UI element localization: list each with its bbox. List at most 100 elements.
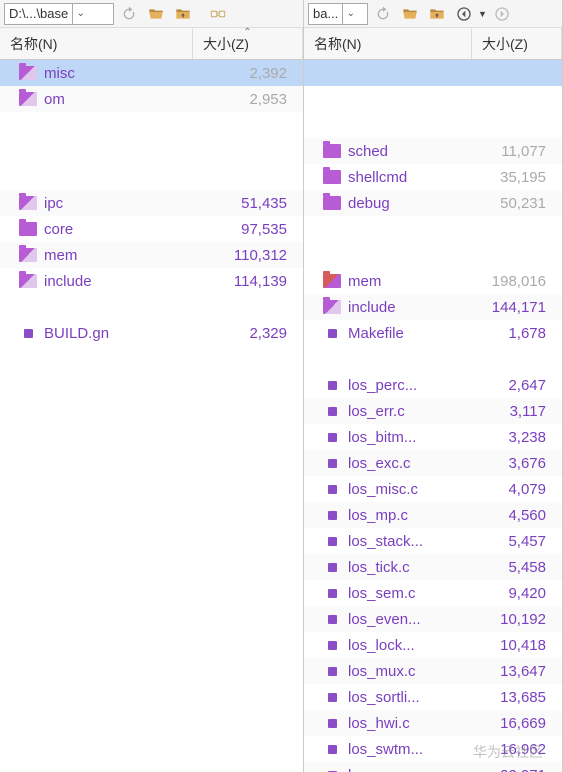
col-name[interactable]: 名称(N) — [0, 28, 193, 59]
item-size: 144,171 — [469, 299, 554, 316]
folder-icon — [323, 300, 341, 314]
list-item[interactable]: los_mp.c4,560 — [304, 502, 562, 528]
col-size[interactable]: 大小(Z) — [472, 28, 562, 59]
item-size: 110,312 — [210, 247, 295, 264]
list-item[interactable]: include144,171 — [304, 294, 562, 320]
left-pane: D:\...\base ⌄ 名称(N) ⌃ 大小(Z) misc2,392om2… — [0, 0, 304, 772]
list-item[interactable]: los_bitm...3,238 — [304, 424, 562, 450]
right-file-list[interactable]: sched11,077shellcmd35,195debug50,231 mem1… — [304, 60, 562, 772]
list-item[interactable]: los_misc.c4,079 — [304, 476, 562, 502]
list-item[interactable]: los_err.c3,117 — [304, 398, 562, 424]
list-item[interactable]: om2,953 — [0, 86, 303, 112]
file-icon — [328, 511, 337, 520]
sync-panes-button[interactable] — [198, 3, 238, 25]
list-item[interactable]: shellcmd35,195 — [304, 164, 562, 190]
list-item[interactable]: los_perc...2,647 — [304, 372, 562, 398]
item-name: los_hwi.c — [348, 715, 469, 732]
folder-icon — [19, 66, 37, 80]
right-path-combo[interactable]: ba... ⌄ — [308, 3, 368, 25]
list-item[interactable]: los_lock...10,418 — [304, 632, 562, 658]
chevron-down-icon[interactable]: ⌄ — [72, 4, 88, 24]
list-item[interactable]: los_exc.c3,676 — [304, 450, 562, 476]
item-name: mem — [44, 247, 210, 264]
list-item[interactable]: los_hwi.c16,669 — [304, 710, 562, 736]
spacer-row — [0, 138, 303, 164]
item-name: Makefile — [348, 325, 469, 342]
item-name: los_tick.c — [348, 559, 469, 576]
item-size: 1,678 — [469, 325, 554, 342]
col-name[interactable]: 名称(N) — [304, 28, 472, 59]
up-folder-button[interactable] — [425, 3, 449, 25]
open-folder-button[interactable] — [144, 3, 168, 25]
item-size: 9,420 — [469, 585, 554, 602]
item-size: 35,195 — [469, 169, 554, 186]
left-path-combo[interactable]: D:\...\base ⌄ — [4, 3, 114, 25]
item-name: misc — [44, 65, 210, 82]
item-size: 50,231 — [469, 195, 554, 212]
open-folder-button[interactable] — [398, 3, 422, 25]
list-item[interactable]: BUILD.gn2,329 — [0, 320, 303, 346]
right-column-headers: 名称(N) 大小(Z) — [304, 28, 562, 60]
list-item[interactable]: los_queu...22,971 — [304, 762, 562, 772]
spacer-row — [0, 164, 303, 190]
list-item[interactable]: los_sem.c9,420 — [304, 580, 562, 606]
item-name: core — [44, 221, 210, 238]
list-item[interactable]: core97,535 — [0, 216, 303, 242]
up-folder-button[interactable] — [171, 3, 195, 25]
history-back-button[interactable]: ▼ — [452, 3, 487, 25]
item-name: los_mp.c — [348, 507, 469, 524]
file-icon — [328, 381, 337, 390]
spacer-row — [304, 346, 562, 372]
item-size: 198,016 — [469, 273, 554, 290]
item-name: los_misc.c — [348, 481, 469, 498]
list-item[interactable]: los_even...10,192 — [304, 606, 562, 632]
file-icon — [328, 563, 337, 572]
list-item[interactable] — [304, 60, 562, 86]
file-icon — [328, 459, 337, 468]
list-item[interactable]: los_sortli...13,685 — [304, 684, 562, 710]
refresh-button[interactable] — [371, 3, 395, 25]
chevron-down-icon[interactable]: ⌄ — [342, 4, 358, 24]
file-icon — [328, 329, 337, 338]
left-column-headers: 名称(N) ⌃ 大小(Z) — [0, 28, 303, 60]
list-item[interactable]: los_mux.c13,647 — [304, 658, 562, 684]
list-item[interactable]: mem110,312 — [0, 242, 303, 268]
item-name: include — [44, 273, 210, 290]
folder-icon — [323, 144, 341, 158]
list-item[interactable]: los_tick.c5,458 — [304, 554, 562, 580]
file-icon — [328, 433, 337, 442]
left-file-list[interactable]: misc2,392om2,953ipc51,435core97,535mem11… — [0, 60, 303, 772]
list-item[interactable]: los_stack...5,457 — [304, 528, 562, 554]
right-pane: ba... ⌄ ▼ 名称(N) 大小(Z) sched11,077shellcm… — [304, 0, 563, 772]
item-size: 5,458 — [469, 559, 554, 576]
spacer-row — [0, 294, 303, 320]
item-name: BUILD.gn — [44, 325, 210, 342]
item-size: 3,238 — [469, 429, 554, 446]
left-path-text: D:\...\base — [5, 6, 72, 21]
list-item[interactable]: sched11,077 — [304, 138, 562, 164]
list-item[interactable]: mem198,016 — [304, 268, 562, 294]
history-forward-button[interactable] — [490, 3, 514, 25]
list-item[interactable]: Makefile1,678 — [304, 320, 562, 346]
chevron-down-icon[interactable]: ▼ — [476, 9, 487, 19]
item-name: los_sem.c — [348, 585, 469, 602]
item-name: sched — [348, 143, 469, 160]
list-item[interactable]: misc2,392 — [0, 60, 303, 86]
sort-caret-icon: ⌃ — [243, 27, 251, 38]
list-item[interactable]: los_swtm...16,962 — [304, 736, 562, 762]
refresh-button[interactable] — [117, 3, 141, 25]
item-size: 2,647 — [469, 377, 554, 394]
item-size: 3,676 — [469, 455, 554, 472]
item-name: los_even... — [348, 611, 469, 628]
folder-icon — [19, 248, 37, 262]
list-item[interactable]: ipc51,435 — [0, 190, 303, 216]
file-icon — [328, 589, 337, 598]
item-name: include — [348, 299, 469, 316]
item-size: 4,079 — [469, 481, 554, 498]
folder-icon — [19, 196, 37, 210]
spacer-row — [304, 112, 562, 138]
list-item[interactable]: debug50,231 — [304, 190, 562, 216]
list-item[interactable]: include114,139 — [0, 268, 303, 294]
col-size[interactable]: ⌃ 大小(Z) — [193, 28, 303, 59]
item-name: om — [44, 91, 210, 108]
